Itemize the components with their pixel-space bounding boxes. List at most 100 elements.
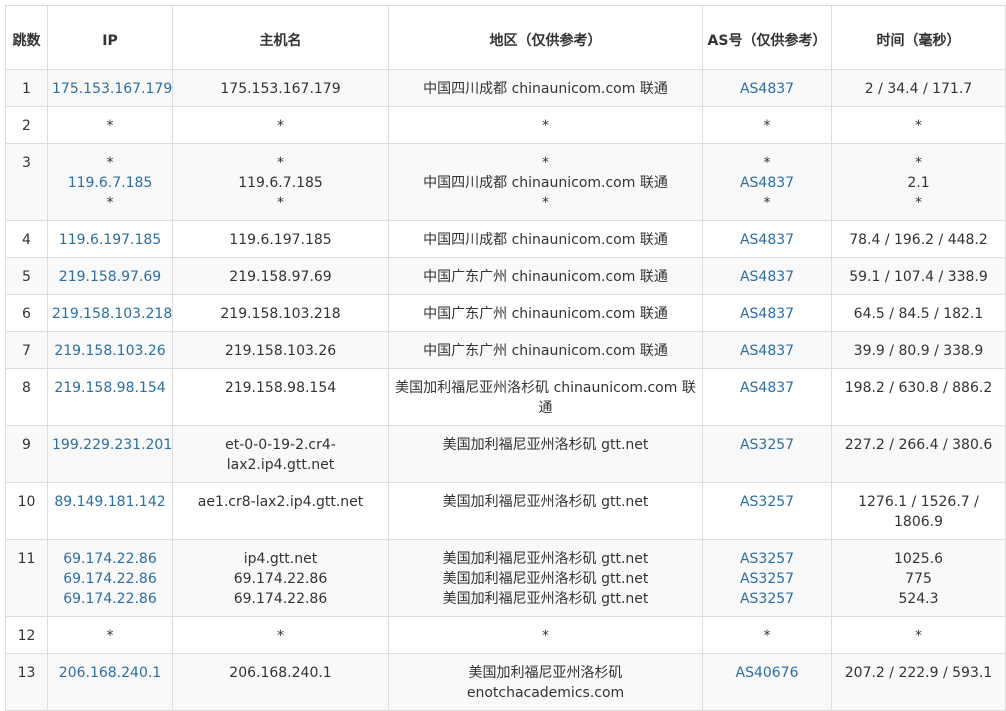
hop-number: 9 bbox=[5, 425, 48, 483]
ip-link[interactable]: 219.158.98.154 bbox=[52, 378, 168, 398]
ip-value: * bbox=[106, 628, 114, 644]
as-cell: AS40676 bbox=[702, 653, 832, 711]
region-value: 中国四川成都 chinaunicom.com 联通 bbox=[423, 175, 668, 191]
time-cell: 39.9 / 80.9 / 338.9 bbox=[831, 331, 1006, 369]
as-value: * bbox=[763, 118, 771, 134]
ip-link[interactable]: 89.149.181.142 bbox=[52, 492, 168, 512]
table-row: 8 219.158.98.154 219.158.98.154 美国加利福尼亚州洛杉矶… bbox=[5, 368, 1006, 426]
ip-link[interactable]: 206.168.240.1 bbox=[52, 663, 168, 683]
hostname-value: * bbox=[277, 628, 284, 644]
hostname-cell: et-0-0-19-2.cr4-lax2.ip4.gtt.net bbox=[172, 425, 389, 483]
ip-cell: 219.158.98.154 bbox=[47, 368, 173, 426]
table-row: 6 219.158.103.218 219.158.103.218 中国广东广州 ch… bbox=[5, 294, 1006, 332]
as-cell: AS4837 bbox=[702, 220, 832, 258]
as-link[interactable]: AS3257 bbox=[707, 589, 827, 609]
time-cell: 1276.1 / 1526.7 / 1806.9 bbox=[831, 482, 1006, 540]
ip-link[interactable]: 69.174.22.86 bbox=[52, 549, 168, 569]
as-link[interactable]: AS4837 bbox=[707, 378, 827, 398]
ip-value: * bbox=[106, 195, 114, 211]
region-value: * bbox=[542, 628, 549, 644]
hop-number: 6 bbox=[5, 294, 48, 332]
as-cell: AS4837 bbox=[702, 257, 832, 295]
region-cell: 中国广东广州 chinaunicom.com 联通 bbox=[388, 331, 703, 369]
time-value: * bbox=[915, 155, 922, 171]
region-cell: 美国加利福尼亚州洛杉矶 chinaunicom.com 联通 bbox=[388, 368, 703, 426]
as-link[interactable]: AS4837 bbox=[707, 173, 827, 193]
as-link[interactable]: AS4837 bbox=[707, 267, 827, 287]
as-value: * bbox=[763, 155, 771, 171]
ip-link[interactable]: 219.158.103.26 bbox=[52, 341, 168, 361]
region-cell: * bbox=[388, 616, 703, 654]
region-cell: 中国广东广州 chinaunicom.com 联通 bbox=[388, 294, 703, 332]
ip-cell: * 119.6.7.185 * bbox=[47, 143, 173, 221]
table-header-row: 跳数 IP 主机名 地区（仅供参考） AS号（仅供参考） 时间（毫秒） bbox=[5, 5, 1006, 70]
header-hop: 跳数 bbox=[5, 5, 48, 70]
table-row: 2 * * * * * bbox=[5, 106, 1006, 144]
time-cell: 78.4 / 196.2 / 448.2 bbox=[831, 220, 1006, 258]
hostname-value: 219.158.103.26 bbox=[224, 343, 337, 359]
time-value: 524.3 bbox=[898, 591, 939, 607]
region-value: 美国加利福尼亚州洛杉矶 gtt.net bbox=[442, 591, 649, 607]
table-row: 3 * 119.6.7.185 * * 119.6.7.185 * * 中国四川成都 china… bbox=[5, 143, 1006, 221]
as-link[interactable]: AS4837 bbox=[707, 304, 827, 324]
ip-cell: 119.6.197.185 bbox=[47, 220, 173, 258]
hostname-cell: 219.158.103.218 bbox=[172, 294, 389, 332]
table-body: 1 175.153.167.179 175.153.167.179 中国四川成都 ch… bbox=[5, 69, 1006, 711]
ip-link[interactable]: 219.158.97.69 bbox=[52, 267, 168, 287]
header-time: 时间（毫秒） bbox=[831, 5, 1006, 70]
ip-link[interactable]: 119.6.7.185 bbox=[52, 173, 168, 193]
as-link[interactable]: AS4837 bbox=[707, 230, 827, 250]
hostname-value: 219.158.98.154 bbox=[224, 380, 337, 396]
as-link[interactable]: AS4837 bbox=[707, 79, 827, 99]
hostname-value: 69.174.22.86 bbox=[233, 591, 328, 607]
ip-link[interactable]: 199.229.231.201 bbox=[52, 435, 172, 455]
hostname-cell: * bbox=[172, 106, 389, 144]
region-cell: 中国广东广州 chinaunicom.com 联通 bbox=[388, 257, 703, 295]
ip-cell: 89.149.181.142 bbox=[47, 482, 173, 540]
hostname-cell: 219.158.97.69 bbox=[172, 257, 389, 295]
hostname-cell: ip4.gtt.net 69.174.22.86 69.174.22.86 bbox=[172, 539, 389, 617]
as-cell: * bbox=[702, 106, 832, 144]
as-link[interactable]: AS4837 bbox=[707, 341, 827, 361]
as-link[interactable]: AS3257 bbox=[707, 435, 827, 455]
time-value: 2.1 bbox=[907, 175, 930, 191]
time-cell: * bbox=[831, 616, 1006, 654]
time-value: 1276.1 / 1526.7 / 1806.9 bbox=[858, 494, 979, 530]
time-value: 227.2 / 266.4 / 380.6 bbox=[844, 437, 993, 453]
region-value: 美国加利福尼亚州洛杉矶 gtt.net bbox=[442, 551, 649, 567]
hop-number: 5 bbox=[5, 257, 48, 295]
as-cell: AS3257 bbox=[702, 482, 832, 540]
as-cell: AS4837 bbox=[702, 69, 832, 107]
ip-cell: * bbox=[47, 106, 173, 144]
hostname-value: 119.6.7.185 bbox=[238, 175, 323, 191]
ip-link[interactable]: 119.6.197.185 bbox=[52, 230, 168, 250]
ip-cell: 219.158.97.69 bbox=[47, 257, 173, 295]
table-row: 11 69.174.22.86 69.174.22.86 69.174.22.86 ip… bbox=[5, 539, 1006, 617]
traceroute-table: 跳数 IP 主机名 地区（仅供参考） AS号（仅供参考） 时间（毫秒） 1 175… bbox=[5, 5, 1006, 711]
as-cell: AS3257 AS3257 AS3257 bbox=[702, 539, 832, 617]
hop-number: 13 bbox=[5, 653, 48, 711]
time-value: * bbox=[915, 195, 922, 211]
ip-cell: 69.174.22.86 69.174.22.86 69.174.22.86 bbox=[47, 539, 173, 617]
header-ip: IP bbox=[47, 5, 173, 70]
hostname-value: * bbox=[277, 195, 284, 211]
hostname-cell: ae1.cr8-lax2.ip4.gtt.net bbox=[172, 482, 389, 540]
table-row: 5 219.158.97.69 219.158.97.69 中国广东广州 chinau… bbox=[5, 257, 1006, 295]
hop-number: 12 bbox=[5, 616, 48, 654]
region-cell: 美国加利福尼亚州洛杉矶 gtt.net bbox=[388, 425, 703, 483]
ip-value: * bbox=[106, 118, 114, 134]
time-value: 775 bbox=[905, 571, 932, 587]
time-cell: 1025.6 775 524.3 bbox=[831, 539, 1006, 617]
table-row: 7 219.158.103.26 219.158.103.26 中国广东广州 chin… bbox=[5, 331, 1006, 369]
ip-link[interactable]: 219.158.103.218 bbox=[52, 304, 172, 324]
ip-cell: 206.168.240.1 bbox=[47, 653, 173, 711]
ip-link[interactable]: 69.174.22.86 bbox=[52, 569, 168, 589]
as-link[interactable]: AS40676 bbox=[707, 663, 827, 683]
ip-link[interactable]: 175.153.167.179 bbox=[52, 79, 172, 99]
as-link[interactable]: AS3257 bbox=[707, 492, 827, 512]
region-value: 美国加利福尼亚州洛杉矶 gtt.net bbox=[442, 571, 649, 587]
ip-link[interactable]: 69.174.22.86 bbox=[52, 589, 168, 609]
as-link[interactable]: AS3257 bbox=[707, 549, 827, 569]
as-link[interactable]: AS3257 bbox=[707, 569, 827, 589]
as-cell: AS4837 bbox=[702, 331, 832, 369]
